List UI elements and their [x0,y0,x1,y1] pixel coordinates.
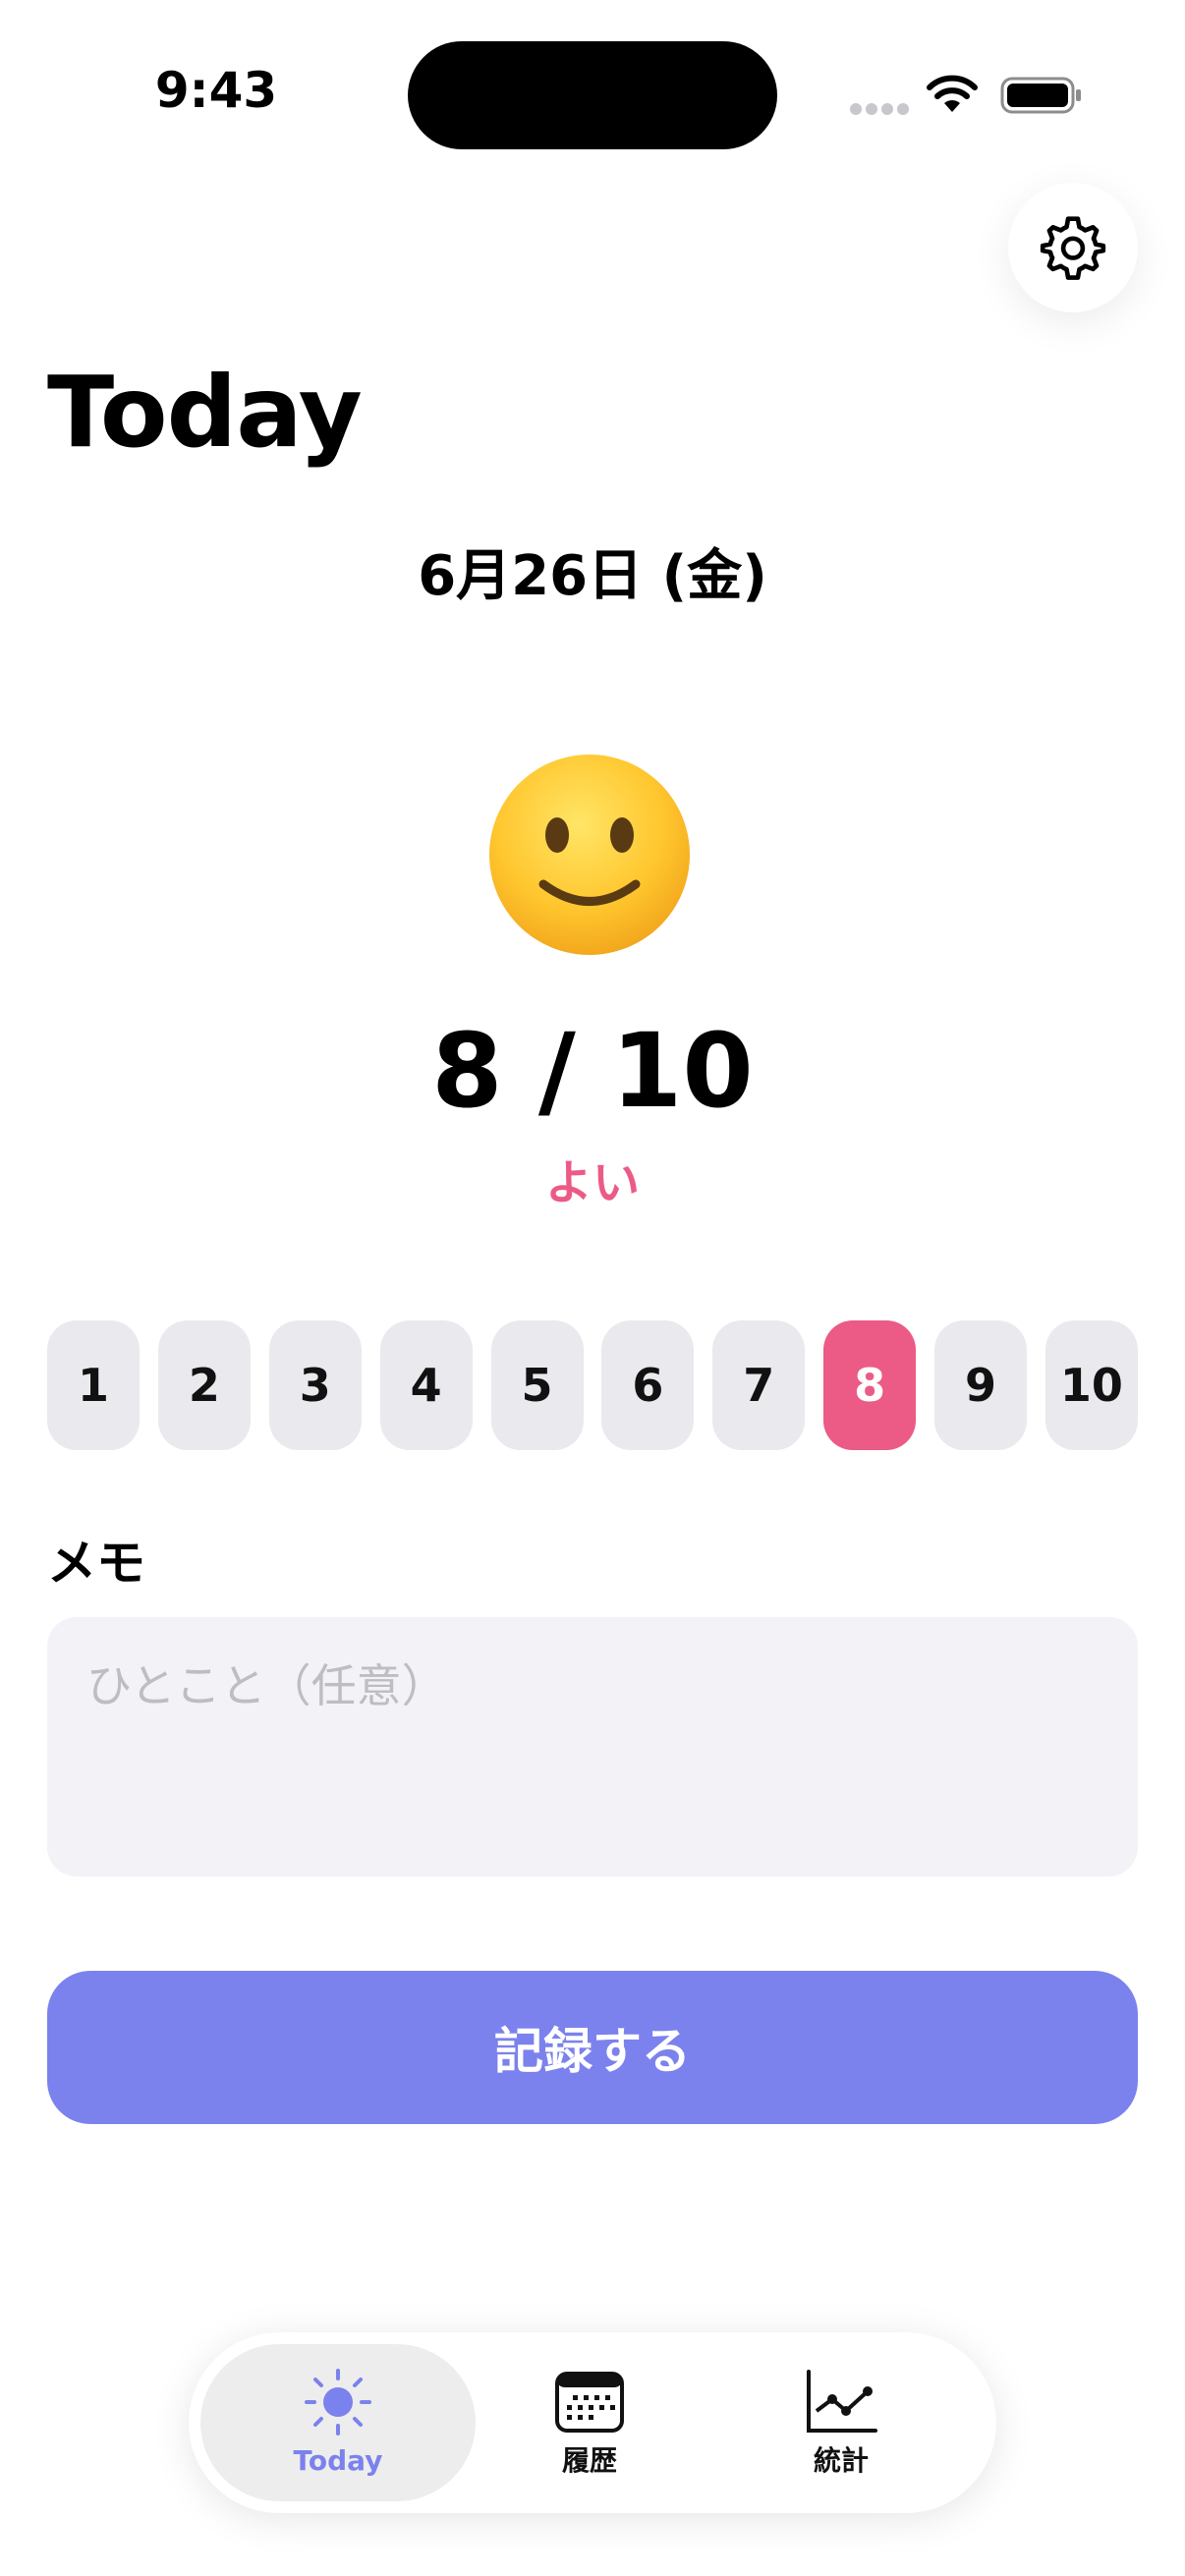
tab-stats[interactable]: 統計 [731,2344,951,2501]
cellular-signal-icon [850,103,909,115]
status-time: 9:43 [154,62,278,119]
memo-input[interactable] [47,1617,1138,1876]
dynamic-island [408,41,777,149]
gear-icon [1040,216,1106,280]
page-title: Today [47,355,363,470]
tab-label: Today [293,2444,383,2477]
score-option-8[interactable]: 8 [823,1320,917,1450]
mood-label: よい [544,1155,640,1210]
score-display: 8 / 10 [431,1011,754,1131]
date-label: 6月26日 (金) [418,544,767,608]
line-chart-icon [807,2370,877,2433]
slightly-smiling-face-icon [489,755,690,955]
score-option-5[interactable]: 5 [490,1320,584,1450]
score-option-10[interactable]: 10 [1044,1320,1138,1450]
tab-label: 履歴 [561,2444,617,2477]
tab-today[interactable]: Today [200,2344,476,2501]
battery-icon [1000,77,1081,114]
calendar-icon [555,2372,624,2433]
tab-label: 統計 [813,2444,869,2477]
wifi-icon [927,75,978,112]
score-option-4[interactable]: 4 [379,1320,473,1450]
memo-label: メモ [47,1535,145,1592]
score-option-3[interactable]: 3 [268,1320,362,1450]
score-option-2[interactable]: 2 [157,1320,251,1450]
score-option-6[interactable]: 6 [601,1320,695,1450]
tab-bar: Today 履歴 統計 [189,2332,996,2513]
settings-button[interactable] [1008,183,1138,312]
save-button[interactable]: 記録する [47,1971,1138,2124]
score-option-9[interactable]: 9 [934,1320,1027,1450]
tab-history[interactable]: 履歴 [480,2344,700,2501]
score-option-1[interactable]: 1 [47,1320,140,1450]
sun-icon [305,2369,371,2436]
score-selector: 1 2 3 4 5 6 7 8 9 10 [47,1320,1138,1450]
score-option-7[interactable]: 7 [712,1320,806,1450]
